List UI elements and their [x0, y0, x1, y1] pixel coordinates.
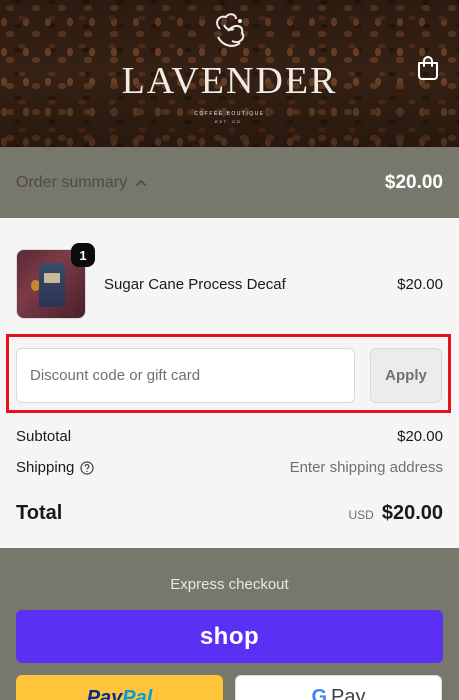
- google-pay-label: Pay: [331, 686, 366, 700]
- shop-pay-button[interactable]: shop: [16, 610, 443, 663]
- shipping-value: Enter shipping address: [289, 459, 443, 476]
- apply-discount-button[interactable]: Apply: [370, 348, 442, 403]
- paypal-button[interactable]: PayPal: [16, 675, 223, 700]
- coffee-bag-image: [39, 263, 65, 307]
- order-summary-label: Order summary: [16, 173, 128, 191]
- total-row: Total USD $20.00: [16, 502, 443, 525]
- line-item: 1 Sugar Cane Process Decaf $20.00: [16, 243, 443, 320]
- product-name: Sugar Cane Process Decaf: [104, 275, 286, 293]
- bag-icon[interactable]: [416, 55, 440, 81]
- total-label: Total: [16, 502, 63, 524]
- currency-code: USD: [348, 508, 374, 522]
- subtotal-value: $20.00: [397, 428, 443, 445]
- logo-subtagline: EST. CO.: [215, 119, 244, 124]
- header-banner: LAVENDER COFFEE BOUTIQUE EST. CO.: [0, 0, 459, 147]
- google-pay-button[interactable]: G Pay: [235, 675, 442, 700]
- shipping-row: Shipping Enter shipping address: [16, 459, 443, 476]
- express-checkout-title: Express checkout: [170, 576, 289, 593]
- product-thumbnail: 1: [16, 243, 95, 319]
- subtotal-label: Subtotal: [16, 428, 72, 445]
- logo-wordmark: LAVENDER: [121, 60, 338, 102]
- subtotal-row: Subtotal $20.00: [16, 428, 443, 445]
- order-summary-total: $20.00: [384, 171, 443, 193]
- shipping-label-group: Shipping: [16, 459, 94, 476]
- total-amount: USD $20.00: [348, 502, 443, 525]
- question-circle-icon[interactable]: [80, 460, 94, 475]
- quantity-badge: 1: [71, 243, 95, 267]
- express-checkout-section: Express checkout shop PayPal G Pay: [0, 548, 459, 700]
- chevron-up-icon: [135, 179, 147, 186]
- total-value: $20.00: [381, 502, 443, 524]
- shop-pay-logo: shop: [199, 622, 260, 650]
- discount-code-input[interactable]: [16, 348, 355, 403]
- paypal-logo: PayPal: [87, 687, 153, 700]
- logo-tagline: COFFEE BOUTIQUE: [194, 111, 265, 117]
- order-summary-toggle[interactable]: Order summary $20.00: [0, 147, 459, 218]
- shipping-label: Shipping: [16, 459, 75, 476]
- product-price: $20.00: [397, 275, 443, 293]
- order-details: 1 Sugar Cane Process Decaf $20.00 Apply …: [0, 218, 459, 548]
- paypal-logo-pal: Pal: [122, 687, 153, 700]
- order-summary-label-group: Order summary: [16, 174, 147, 192]
- paypal-logo-pay: Pay: [86, 687, 123, 700]
- brand-logo[interactable]: LAVENDER COFFEE BOUTIQUE EST. CO.: [0, 0, 459, 147]
- logo-flower-icon: [216, 13, 245, 47]
- google-g-icon: G: [311, 686, 328, 700]
